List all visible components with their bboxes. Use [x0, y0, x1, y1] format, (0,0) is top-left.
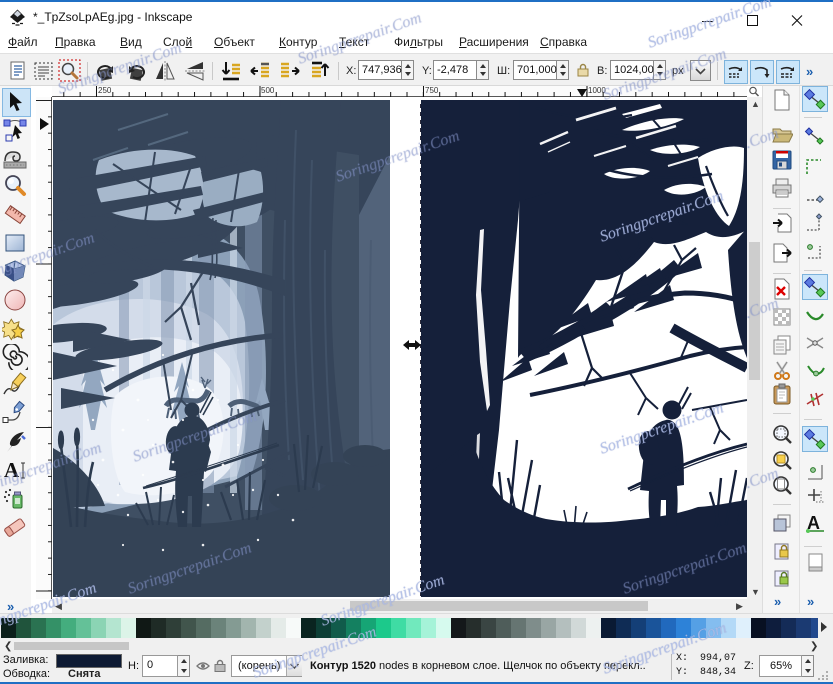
svg-text:A: A: [4, 458, 20, 482]
